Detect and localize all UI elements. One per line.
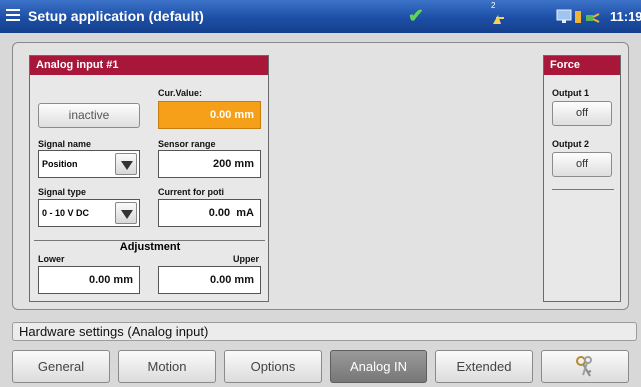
tab-analog-in[interactable]: Analog IN [330, 350, 427, 383]
inactive-button[interactable]: inactive [38, 103, 140, 128]
tab-general[interactable]: General [12, 350, 110, 383]
window-title: Setup application (default) [28, 8, 204, 24]
battery-icon [575, 11, 581, 23]
status-check-icon: ✔ [408, 6, 424, 27]
menu-icon[interactable] [6, 9, 20, 22]
signal-type-label: Signal type [38, 187, 87, 197]
status-bar: Hardware settings (Analog input) [12, 322, 637, 341]
current-poti-field[interactable]: 0.00 mA [158, 199, 261, 227]
upper-field[interactable]: 0.00 mm [158, 266, 261, 294]
force-panel-header: Force [544, 56, 620, 75]
cur-value-field: 0.00 mm [158, 101, 261, 129]
output2-label: Output 2 [552, 139, 589, 149]
network-label: 2 [491, 1, 496, 10]
signal-type-select[interactable]: 0 - 10 V DC [38, 199, 140, 227]
device-status-icons [555, 7, 615, 27]
chevron-down-icon[interactable] [115, 153, 137, 175]
tab-tools[interactable] [541, 350, 629, 383]
force-panel: Force Output 1 off Output 2 off [543, 55, 621, 302]
keys-icon [576, 356, 592, 377]
adjustment-title: Adjustment [119, 241, 181, 253]
chevron-down-icon[interactable] [115, 202, 137, 224]
tab-motion[interactable]: Motion [118, 350, 216, 383]
lower-label: Lower [38, 254, 65, 264]
sensor-range-field[interactable]: 200 mm [158, 150, 261, 178]
output2-button[interactable]: off [552, 152, 612, 177]
output1-label: Output 1 [552, 88, 589, 98]
title-bar: Setup application (default) ✔ 2 11:19 [0, 0, 641, 33]
clock: 11:19 [610, 9, 641, 24]
main-area: Analog input #1 inactive Cur.Value: 0.00… [12, 42, 629, 310]
signal-name-select[interactable]: Position [38, 150, 140, 178]
signal-name-label: Signal name [38, 139, 92, 149]
network-icon: 2 [491, 1, 507, 26]
lower-field[interactable]: 0.00 mm [38, 266, 140, 294]
force-divider [552, 189, 614, 190]
tab-options[interactable]: Options [224, 350, 322, 383]
analog-input-panel: Analog input #1 inactive Cur.Value: 0.00… [29, 55, 269, 302]
monitor-icon [556, 9, 572, 21]
signal-type-value: 0 - 10 V DC [42, 208, 90, 218]
signal-name-value: Position [42, 159, 78, 169]
analog-panel-header: Analog input #1 [30, 56, 268, 75]
cur-value-label: Cur.Value: [158, 88, 203, 98]
sensor-range-label: Sensor range [158, 139, 216, 149]
output1-button[interactable]: off [552, 101, 612, 126]
current-poti-label: Current for poti [158, 187, 224, 197]
tab-extended[interactable]: Extended [435, 350, 533, 383]
upper-label: Upper [233, 254, 260, 264]
plug-icon [586, 15, 593, 21]
